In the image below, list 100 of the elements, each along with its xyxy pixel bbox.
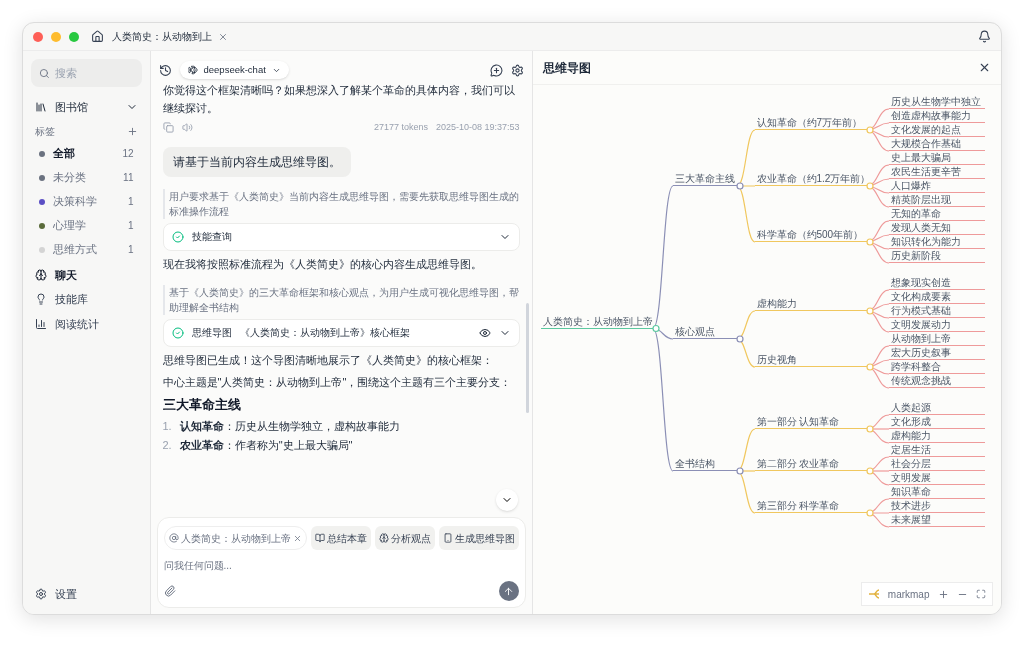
node-toggle[interactable] — [865, 425, 874, 433]
markmap-logo-icon — [867, 589, 880, 599]
node-toggle[interactable] — [735, 467, 744, 475]
zoom-window-control[interactable] — [68, 31, 79, 42]
node-label: 科学革命（约500年前） — [754, 229, 867, 242]
node-toggle[interactable] — [865, 126, 874, 134]
node-label: 知识转化为能力 — [888, 236, 985, 249]
node-toggle[interactable] — [735, 335, 744, 343]
node-label: 文明发展 — [888, 472, 985, 485]
node-label: 社会分层 — [888, 458, 985, 471]
node-label: 定居生活 — [888, 444, 985, 457]
node-label: 发现人类无知 — [888, 222, 985, 235]
section-heading: 三大革命主线 — [162, 395, 242, 414]
library-icon — [34, 101, 47, 114]
tag-item[interactable]: 未分类 11 — [30, 168, 142, 187]
add-icon[interactable] — [126, 125, 138, 137]
node-label: 技术进步 — [888, 500, 985, 513]
history-icon[interactable] — [158, 63, 172, 77]
node-label: 跨学科整合 — [888, 361, 985, 374]
new-chat-icon[interactable] — [489, 63, 503, 77]
quick-action-button[interactable]: 分析观点 — [374, 526, 435, 550]
tag-item[interactable]: 心理学 1 — [30, 216, 142, 235]
node-toggle[interactable] — [651, 324, 660, 333]
search-input[interactable]: 搜索 — [55, 64, 134, 82]
book-icon — [314, 533, 325, 543]
node-toggle[interactable] — [735, 182, 744, 190]
attach-icon[interactable] — [163, 585, 176, 597]
tool-name: 思维导图 — [191, 326, 232, 340]
node-label: 传统观念挑战 — [888, 375, 985, 388]
node-toggle[interactable] — [865, 363, 874, 371]
eye-icon[interactable] — [478, 326, 491, 339]
node-label: 核心观点 — [672, 326, 737, 339]
message-input[interactable]: 问我任何问题... — [163, 558, 519, 573]
node-label: 历史从生物学中独立 — [888, 96, 985, 109]
node-label: 农民生活更辛苦 — [888, 166, 985, 179]
node-label: 文化发展的起点 — [888, 124, 985, 137]
assistant-message: 现在我将按照标准流程为《人类简史》的核心内容生成思维导图。 — [162, 256, 483, 272]
library-item[interactable]: 图书馆 — [30, 99, 142, 116]
assistant-message: 中心主题是"人类简史：从动物到上帝"，围绕这个主题有三个主要分支： — [162, 374, 513, 390]
copy-icon[interactable] — [162, 122, 174, 134]
nav-item[interactable]: 聊天 — [30, 266, 142, 283]
stats-icon — [34, 317, 47, 330]
node-label: 第二部分 农业革命 — [754, 458, 867, 471]
tool-call-card[interactable]: 思维导图 《人类简史：从动物到上帝》核心框架 — [162, 318, 520, 347]
list-number: 1. — [162, 419, 172, 434]
node-label: 三大革命主线 — [672, 173, 737, 186]
user-message: 请基于当前内容生成思维导图。 — [162, 146, 351, 177]
document-tab[interactable]: 人类简史：从动物到上 — [111, 29, 228, 44]
node-label: 文化形成 — [888, 416, 985, 429]
fit-view-icon[interactable] — [975, 589, 986, 599]
node-toggle[interactable] — [865, 307, 874, 315]
tag-item[interactable]: 思维方式 1 — [30, 240, 142, 259]
thinking-note: 用户要求基于《人类简史》当前内容生成思维导图，需要先获取思维导图生成的标准操作流程 — [162, 188, 520, 219]
node-label: 知识革命 — [888, 486, 985, 499]
brand-label: markmap — [887, 587, 930, 602]
quick-action-button[interactable]: 生成思维导图 — [438, 526, 519, 550]
node-label: 人口爆炸 — [888, 180, 985, 193]
node-label: 想象现实创造 — [888, 277, 985, 290]
scrollbar-thumb[interactable] — [525, 303, 529, 413]
tool-name: 技能查询 — [191, 230, 232, 244]
node-label: 全书结构 — [672, 458, 737, 471]
notification-icon[interactable] — [977, 30, 991, 43]
node-label: 历史视角 — [754, 354, 867, 367]
quick-action-button[interactable]: 总结本章 — [310, 526, 371, 550]
speaker-icon[interactable] — [181, 122, 193, 134]
tool-call-card[interactable]: 技能查询 — [162, 222, 520, 251]
node-label: 农业革命（约1.2万年前） — [754, 173, 867, 186]
assistant-message: 你觉得这个框架清晰吗？如果想深入了解某个革命的具体内容，我们可以继续探讨。 — [162, 83, 516, 116]
node-label: 文化构成要素 — [888, 291, 985, 304]
node-label: 从动物到上帝 — [888, 333, 985, 346]
tag-item[interactable]: 全部 12 — [30, 144, 142, 163]
node-toggle[interactable] — [865, 467, 874, 475]
node-label: 虚构能力 — [754, 298, 867, 311]
settings-item[interactable]: 设置 — [30, 585, 142, 602]
node-label: 人类简史：从动物到上帝 — [540, 315, 653, 329]
node-label: 第一部分 认知革命 — [754, 416, 867, 429]
search-field[interactable]: 搜索 — [30, 59, 142, 87]
scroll-down-button[interactable] — [495, 489, 518, 511]
model-selector[interactable]: deepseek-chat — [179, 60, 289, 80]
zoom-in-icon[interactable] — [937, 588, 949, 600]
node-label: 宏大历史叙事 — [888, 347, 985, 360]
minimize-window-control[interactable] — [50, 31, 61, 42]
nav-item[interactable]: 技能库 — [30, 291, 142, 308]
home-icon[interactable] — [90, 30, 104, 43]
node-toggle[interactable] — [865, 182, 874, 190]
nav-item[interactable]: 阅读统计 — [30, 315, 142, 332]
send-button[interactable] — [498, 581, 519, 601]
tag-item[interactable]: 决策科学 1 — [30, 192, 142, 211]
list-item: 认知革命：历史从生物学独立，虚构故事能力 — [179, 419, 400, 434]
list-number: 2. — [162, 438, 172, 453]
settings-icon[interactable] — [510, 63, 524, 77]
at-icon — [168, 533, 179, 543]
node-label: 无知的革命 — [888, 208, 985, 221]
node-toggle[interactable] — [865, 509, 874, 517]
node-label: 行为模式基础 — [888, 305, 985, 318]
node-label: 第三部分 科学革命 — [754, 500, 867, 513]
node-toggle[interactable] — [865, 238, 874, 246]
tool-detail: 《人类简史：从动物到上帝》核心框架 — [239, 326, 410, 340]
node-label: 未来展望 — [888, 514, 985, 527]
close-window-control[interactable] — [32, 31, 43, 42]
